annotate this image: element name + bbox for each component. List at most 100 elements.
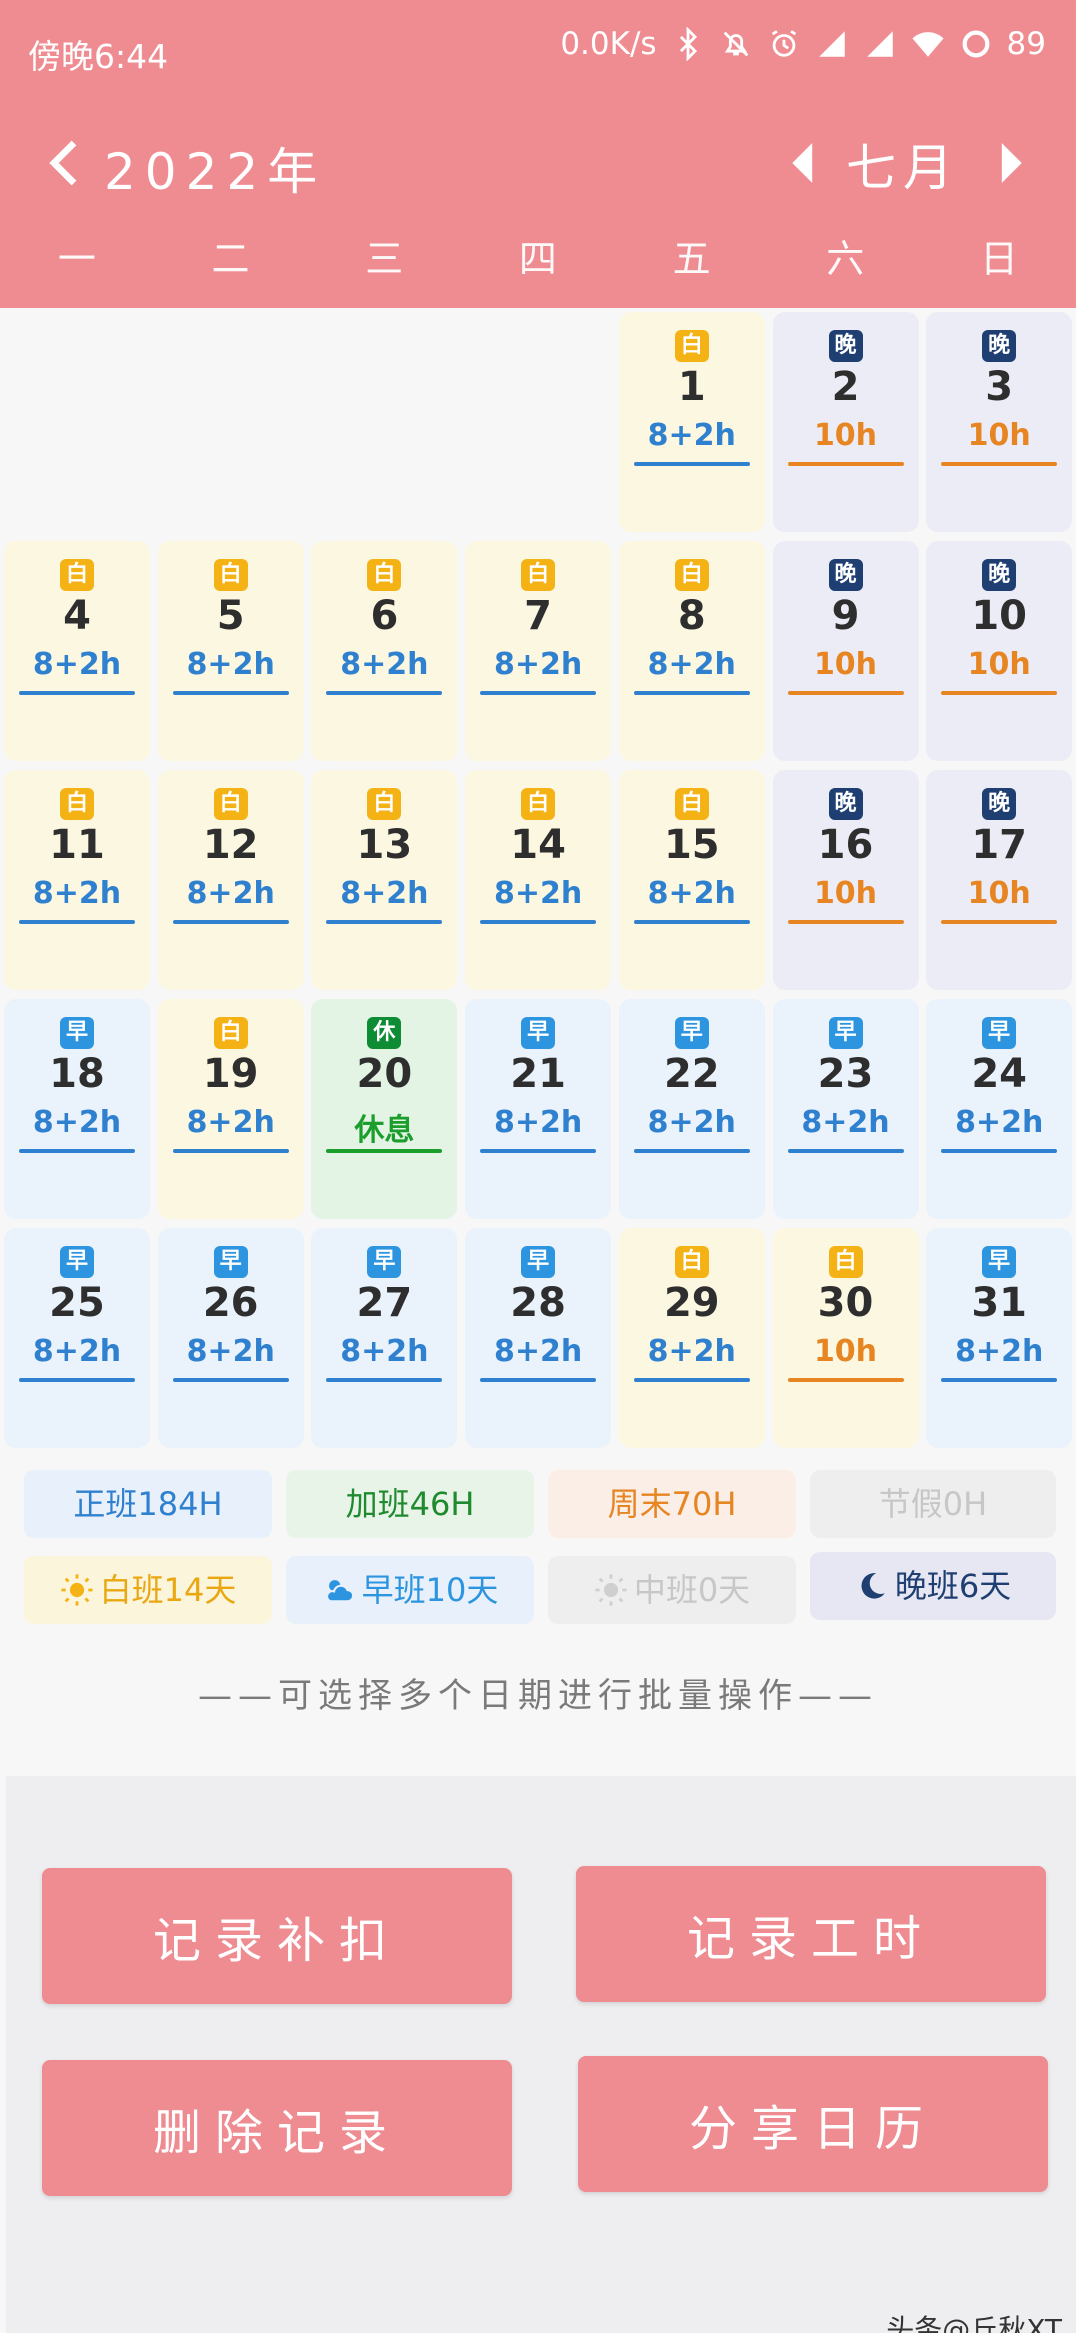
- hours-underline: [787, 691, 904, 695]
- hd-signal-icon: [818, 31, 845, 57]
- day-cell[interactable]: 白 30 10h: [772, 1228, 919, 1448]
- stat-early-shift: 早班10天: [286, 1556, 534, 1624]
- work-hours: 8+2h: [340, 876, 429, 911]
- work-hours: 8+2h: [186, 876, 275, 911]
- work-hours: 8+2h: [493, 647, 583, 682]
- day-cell[interactable]: 白 8 8+2h: [618, 541, 765, 761]
- shift-badge: 白: [213, 559, 248, 591]
- day-cell[interactable]: 晚 9 10h: [772, 541, 919, 761]
- hours-underline: [480, 1378, 597, 1382]
- record-hours-button[interactable]: 记录工时: [576, 1866, 1046, 2002]
- signal-icon: [866, 31, 893, 57]
- work-hours: 10h: [967, 418, 1031, 453]
- stat-day-shift: 白班14天: [24, 1556, 272, 1624]
- day-cell[interactable]: 晚 16 10h: [772, 770, 919, 990]
- day-cell[interactable]: 早 24 8+2h: [926, 999, 1073, 1219]
- shift-badge: 早: [828, 1017, 863, 1049]
- day-cell[interactable]: 晚 3 10h: [926, 312, 1073, 532]
- year-label[interactable]: 2022年: [104, 132, 326, 204]
- day-cell[interactable]: 晚 17 10h: [926, 770, 1073, 990]
- work-hours: 8+2h: [647, 418, 736, 453]
- hours-underline: [19, 1149, 135, 1153]
- day-cell[interactable]: 白 11 8+2h: [4, 770, 150, 990]
- day-cell[interactable]: 早 18 8+2h: [4, 999, 150, 1219]
- day-cell[interactable]: 早 26 8+2h: [157, 1228, 304, 1448]
- day-number: 16: [817, 822, 874, 868]
- day-cell[interactable]: 早 27 8+2h: [311, 1228, 458, 1448]
- day-number: 19: [202, 1051, 259, 1097]
- battery-icon: [962, 30, 990, 58]
- watermark: 头条@丘秋XT: [886, 2313, 1062, 2333]
- app-header: 傍晚6:44 0.0K/s 89 2022年 七月 一 二 三 四 五 六 日: [0, 0, 1076, 308]
- day-cell[interactable]: 白 29 8+2h: [618, 1228, 765, 1448]
- next-month-icon[interactable]: [994, 140, 1028, 186]
- day-cell[interactable]: 白 14 8+2h: [465, 770, 612, 990]
- shift-badge: 晚: [982, 788, 1017, 820]
- status-icons: 0.0K/s 89: [560, 26, 1046, 62]
- work-hours: 8+2h: [32, 1334, 122, 1369]
- shift-badge: 白: [674, 1246, 709, 1278]
- shift-badge: 白: [213, 1017, 248, 1049]
- stat-overtime-hours: 加班46H: [286, 1470, 534, 1538]
- day-cell[interactable]: 白 4 8+2h: [4, 541, 150, 761]
- day-cell[interactable]: 白 15 8+2h: [618, 770, 765, 990]
- hours-underline: [787, 1149, 904, 1153]
- prev-year-icon[interactable]: [44, 138, 84, 188]
- hours-underline: [172, 1378, 289, 1382]
- day-cell[interactable]: 早 28 8+2h: [465, 1228, 612, 1448]
- day-cell[interactable]: 白 12 8+2h: [157, 770, 304, 990]
- work-hours: 8+2h: [340, 647, 429, 682]
- shift-badge: 晚: [982, 559, 1017, 591]
- day-cell[interactable]: 早 23 8+2h: [772, 999, 919, 1219]
- day-cell[interactable]: 早 31 8+2h: [926, 1228, 1073, 1448]
- day-cell[interactable]: 晚 10 10h: [926, 541, 1073, 761]
- day-number: 18: [49, 1051, 105, 1097]
- day-cell[interactable]: 白 6 8+2h: [311, 541, 458, 761]
- wifi-icon: [911, 32, 944, 57]
- day-number: 2: [831, 364, 860, 410]
- shift-badge: 早: [521, 1246, 556, 1278]
- hours-underline: [941, 920, 1058, 924]
- work-hours: 10h: [813, 1334, 878, 1369]
- day-cell[interactable]: 早 22 8+2h: [618, 999, 765, 1219]
- day-cell[interactable]: 晚 2 10h: [772, 312, 919, 532]
- hours-underline: [633, 1378, 750, 1382]
- day-number: 17: [971, 822, 1028, 868]
- hours-underline: [19, 920, 135, 924]
- work-hours: 8+2h: [955, 1105, 1044, 1140]
- day-cell[interactable]: 白 13 8+2h: [311, 770, 458, 990]
- shift-badge: 早: [982, 1017, 1017, 1049]
- stat-regular-hours: 正班184H: [24, 1470, 272, 1538]
- month-label[interactable]: 七月: [846, 128, 960, 200]
- weekday-header: 一 二 三 四 五 六 日: [0, 228, 1076, 288]
- day-cell[interactable]: 白 5 8+2h: [157, 541, 304, 761]
- prev-month-icon[interactable]: [786, 140, 820, 186]
- day-cell[interactable]: 白 19 8+2h: [157, 999, 304, 1219]
- stat-regular-label: 正班184H: [73, 1485, 223, 1523]
- work-hours: 8+2h: [493, 1334, 583, 1369]
- day-cell[interactable]: 早 25 8+2h: [4, 1228, 150, 1448]
- hours-underline: [480, 1149, 597, 1153]
- day-number: 8: [677, 593, 706, 639]
- shift-badge: 早: [674, 1017, 709, 1049]
- share-calendar-button[interactable]: 分享日历: [578, 2056, 1048, 2192]
- day-number: 14: [510, 822, 566, 868]
- day-cell[interactable]: 早 21 8+2h: [465, 999, 612, 1219]
- stat-day-shift-label: 白班14天: [99, 1571, 237, 1609]
- shift-badge: 早: [367, 1246, 402, 1278]
- day-number: 13: [356, 822, 413, 868]
- day-cell[interactable]: 休 20 休息: [311, 999, 458, 1219]
- day-cell[interactable]: 白 7 8+2h: [465, 541, 612, 761]
- day-number: 29: [663, 1280, 720, 1326]
- day-number: 3: [985, 364, 1014, 410]
- shift-badge: 晚: [828, 330, 863, 362]
- hours-underline: [787, 462, 904, 466]
- battery-level: 89: [1006, 26, 1046, 62]
- hours-underline: [787, 920, 904, 924]
- hours-underline: [480, 920, 597, 924]
- day-cell[interactable]: 白 1 8+2h: [618, 312, 765, 532]
- delete-record-button[interactable]: 删除记录: [42, 2060, 512, 2196]
- weekday-sat: 六: [826, 237, 865, 281]
- record-deduction-button[interactable]: 记录补扣: [42, 1868, 512, 2004]
- day-number: 26: [202, 1280, 259, 1326]
